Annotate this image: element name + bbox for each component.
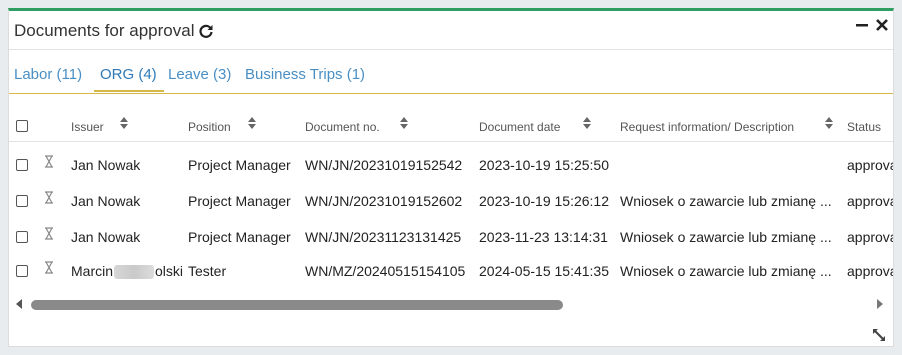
cell-document-no: WN/JN/20231123131425 bbox=[305, 229, 462, 245]
row-checkbox[interactable] bbox=[16, 195, 28, 207]
cell-position: Project Manager bbox=[188, 157, 291, 173]
row-checkbox[interactable] bbox=[16, 159, 28, 171]
documents-widget: Documents for approval Labor (11) ORG (4… bbox=[8, 8, 894, 347]
table-row[interactable]: Jan Nowak Project Manager WN/JN/20231019… bbox=[9, 184, 893, 220]
hourglass-icon bbox=[45, 155, 53, 168]
widget-title: Documents for approval bbox=[14, 21, 195, 40]
redacted-name-part bbox=[114, 265, 155, 280]
refresh-icon[interactable] bbox=[198, 23, 214, 39]
documents-table: Issuer Position Document no. Document da… bbox=[9, 110, 893, 280]
cell-status: approva bbox=[847, 193, 893, 209]
arrow-right-icon[interactable] bbox=[875, 298, 885, 310]
arrow-left-icon[interactable] bbox=[14, 298, 24, 310]
expand-icon[interactable] bbox=[871, 327, 887, 343]
cell-position: Tester bbox=[188, 263, 227, 279]
hourglass-icon bbox=[45, 191, 53, 204]
scrollbar-thumb[interactable] bbox=[31, 300, 563, 310]
cell-status: approva bbox=[847, 263, 893, 279]
column-header-position[interactable]: Position bbox=[188, 120, 231, 134]
cell-position: Project Manager bbox=[188, 229, 291, 245]
column-header-status[interactable]: Status bbox=[847, 120, 881, 134]
tab-labor[interactable]: Labor (11) bbox=[14, 66, 82, 83]
cell-description: Wniosek o zawarcie lub zmianę ... bbox=[620, 193, 832, 209]
cell-issuer: Jan Nowak bbox=[71, 193, 141, 209]
issuer-name-start: Marcin bbox=[71, 263, 114, 279]
table-row[interactable]: Jan Nowak Project Manager WN/JN/20231019… bbox=[9, 148, 893, 184]
cell-document-date: 2023-10-19 15:26:12 bbox=[479, 193, 609, 209]
row-checkbox[interactable] bbox=[16, 231, 28, 243]
cell-document-date: 2023-10-19 15:25:50 bbox=[479, 157, 609, 173]
active-tab-indicator bbox=[94, 90, 164, 92]
table-row[interactable]: Jan Nowak Project Manager WN/JN/20231123… bbox=[9, 220, 893, 256]
cell-document-no: WN/JN/20231019152602 bbox=[305, 193, 463, 209]
sort-icon[interactable] bbox=[824, 116, 834, 130]
sort-icon[interactable] bbox=[247, 116, 257, 130]
column-header-description[interactable]: Request information/ Description bbox=[620, 120, 794, 134]
cell-status: approva bbox=[847, 229, 893, 245]
tab-leave[interactable]: Leave (3) bbox=[168, 66, 231, 83]
tab-org[interactable]: ORG (4) bbox=[100, 66, 157, 83]
column-header-document-no[interactable]: Document no. bbox=[305, 120, 380, 134]
cell-issuer: Marcin olski bbox=[71, 263, 184, 280]
cell-description: Wniosek o zawarcie lub zmianę ... bbox=[620, 229, 832, 245]
column-header-issuer[interactable]: Issuer bbox=[71, 120, 104, 134]
select-all-checkbox[interactable] bbox=[16, 120, 28, 132]
cell-document-date: 2024-05-15 15:41:35 bbox=[479, 263, 609, 279]
table-row[interactable]: Marcin olski Tester WN/MZ/20240515154105 … bbox=[9, 256, 893, 280]
sort-icon[interactable] bbox=[399, 116, 409, 130]
widget-header: Documents for approval bbox=[9, 11, 893, 50]
sort-icon[interactable] bbox=[582, 116, 592, 130]
column-header-document-date[interactable]: Document date bbox=[479, 120, 560, 134]
sort-icon[interactable] bbox=[119, 116, 129, 130]
issuer-name-end: olski bbox=[155, 263, 184, 279]
cell-issuer: Jan Nowak bbox=[71, 157, 141, 173]
cell-status: approva bbox=[847, 157, 893, 173]
cell-issuer: Jan Nowak bbox=[71, 229, 141, 245]
close-icon[interactable] bbox=[874, 17, 890, 33]
cell-document-no: WN/JN/20231019152542 bbox=[305, 157, 463, 173]
table-header-row: Issuer Position Document no. Document da… bbox=[9, 110, 893, 142]
tab-business-trips[interactable]: Business Trips (1) bbox=[245, 66, 365, 83]
cell-description: Wniosek o zawarcie lub zmianę ... bbox=[620, 263, 832, 279]
hourglass-icon bbox=[45, 227, 53, 240]
cell-document-no: WN/MZ/20240515154105 bbox=[305, 263, 466, 279]
cell-position: Project Manager bbox=[188, 193, 291, 209]
minimize-icon[interactable] bbox=[854, 17, 870, 33]
horizontal-scrollbar[interactable] bbox=[9, 294, 893, 314]
cell-document-date: 2023-11-23 13:14:31 bbox=[479, 229, 608, 245]
row-checkbox[interactable] bbox=[16, 265, 28, 277]
tab-bar: Labor (11) ORG (4) Leave (3) Business Tr… bbox=[9, 62, 893, 94]
hourglass-icon bbox=[45, 261, 53, 274]
